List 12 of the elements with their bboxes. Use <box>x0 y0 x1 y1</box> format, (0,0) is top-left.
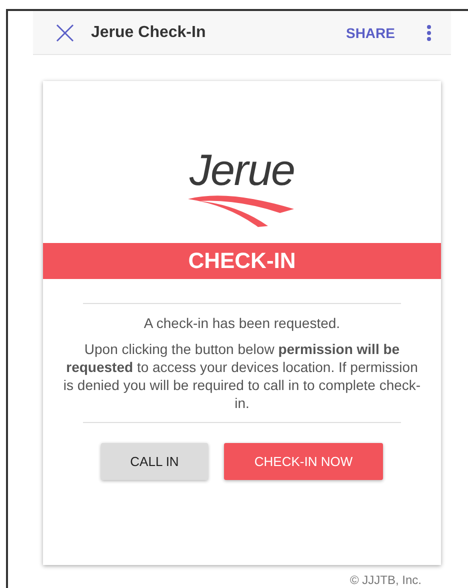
check-in-banner: CHECK-IN <box>43 243 441 279</box>
swoosh-icon <box>188 193 296 227</box>
more-menu-icon[interactable] <box>427 24 431 40</box>
toolbar-title: Jerue Check-In <box>91 24 207 42</box>
close-icon[interactable] <box>55 22 75 42</box>
intro-text: A check-in has been requested. <box>144 315 340 331</box>
permission-message: Upon clicking the button below permission will be requested to access your devices location. If permission is denied you will be required to call in to complete check-in. <box>62 340 422 412</box>
check-in-button[interactable]: CHECK-IN NOW <box>224 443 383 480</box>
copyright-text: © JJJTB, Inc. <box>350 573 423 587</box>
share-button[interactable]: SHARE <box>346 24 395 40</box>
logo-text: Jerue <box>189 149 295 193</box>
call-button[interactable]: CALL IN <box>101 443 208 480</box>
